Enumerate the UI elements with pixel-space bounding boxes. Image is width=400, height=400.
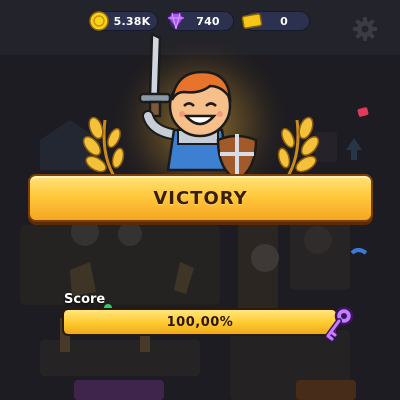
victory-title: VICTORY [153,187,248,209]
ticket-icon [241,11,263,31]
key-icon [322,306,356,342]
coins-counter[interactable]: 5.38K [89,11,158,31]
score-progress-bar: 100,00% [62,308,338,336]
score-label: Score [64,292,106,307]
gems-value: 740 [196,14,220,28]
game-scene: 5.38K 740 0 VICTORY Score 100,00% [0,0,400,400]
sword-icon [138,32,172,118]
coins-value: 5.38K [113,14,151,28]
tickets-value: 0 [280,14,288,28]
tickets-counter[interactable]: 0 [241,11,310,31]
gems-counter[interactable]: 740 [165,11,234,31]
gem-icon [165,11,187,31]
coin-icon [89,11,109,31]
currency-bar: 5.38K 740 0 [89,10,310,32]
score-percent: 100,00% [166,314,234,330]
gear-icon[interactable] [352,16,378,42]
knight-hero-icon [138,32,258,180]
victory-banner: VICTORY [28,174,373,222]
